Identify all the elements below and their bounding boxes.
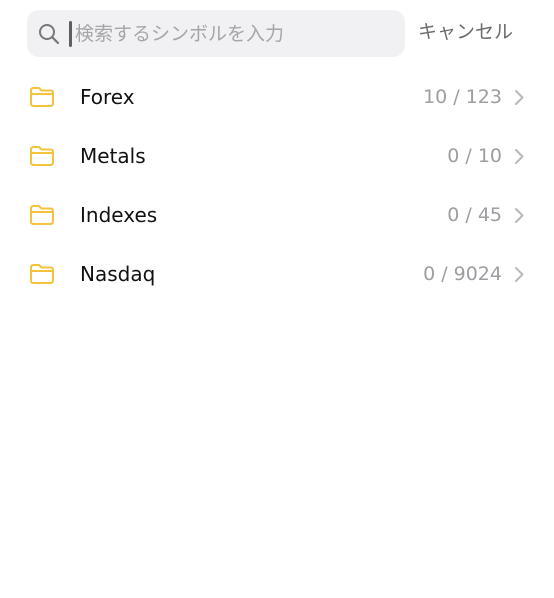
list-item-label: Forex (80, 85, 135, 109)
list-item-count: 0 / 10 (447, 145, 502, 167)
list-item-label: Nasdaq (80, 262, 156, 286)
chevron-right-icon (515, 267, 524, 282)
list-item-count: 10 / 123 (423, 86, 502, 108)
list-item-nasdaq[interactable]: Nasdaq 0 / 9024 (0, 245, 554, 304)
chevron-right-icon (515, 149, 524, 164)
list-item-count: 0 / 9024 (423, 263, 502, 285)
chevron-right-icon (515, 90, 524, 105)
list-item-label: Indexes (80, 203, 158, 227)
search-bar[interactable] (27, 10, 405, 57)
chevron-right-icon (515, 208, 524, 223)
symbol-search-screen: キャンセル Forex 10 / 123 Metals 0 / 10 (0, 0, 554, 598)
symbol-group-list: Forex 10 / 123 Metals 0 / 10 Indexes 0 /… (0, 68, 554, 304)
list-item-count: 0 / 45 (447, 204, 502, 226)
text-caret (69, 21, 72, 47)
list-item-label: Metals (80, 144, 146, 168)
list-item-indexes[interactable]: Indexes 0 / 45 (0, 186, 554, 245)
search-input[interactable] (75, 10, 395, 57)
cancel-button[interactable]: キャンセル (418, 14, 513, 50)
folder-icon (30, 205, 54, 225)
list-item-metals[interactable]: Metals 0 / 10 (0, 127, 554, 186)
search-icon (39, 24, 60, 45)
folder-icon (30, 264, 54, 284)
folder-icon (30, 87, 54, 107)
folder-icon (30, 146, 54, 166)
list-item-forex[interactable]: Forex 10 / 123 (0, 68, 554, 127)
